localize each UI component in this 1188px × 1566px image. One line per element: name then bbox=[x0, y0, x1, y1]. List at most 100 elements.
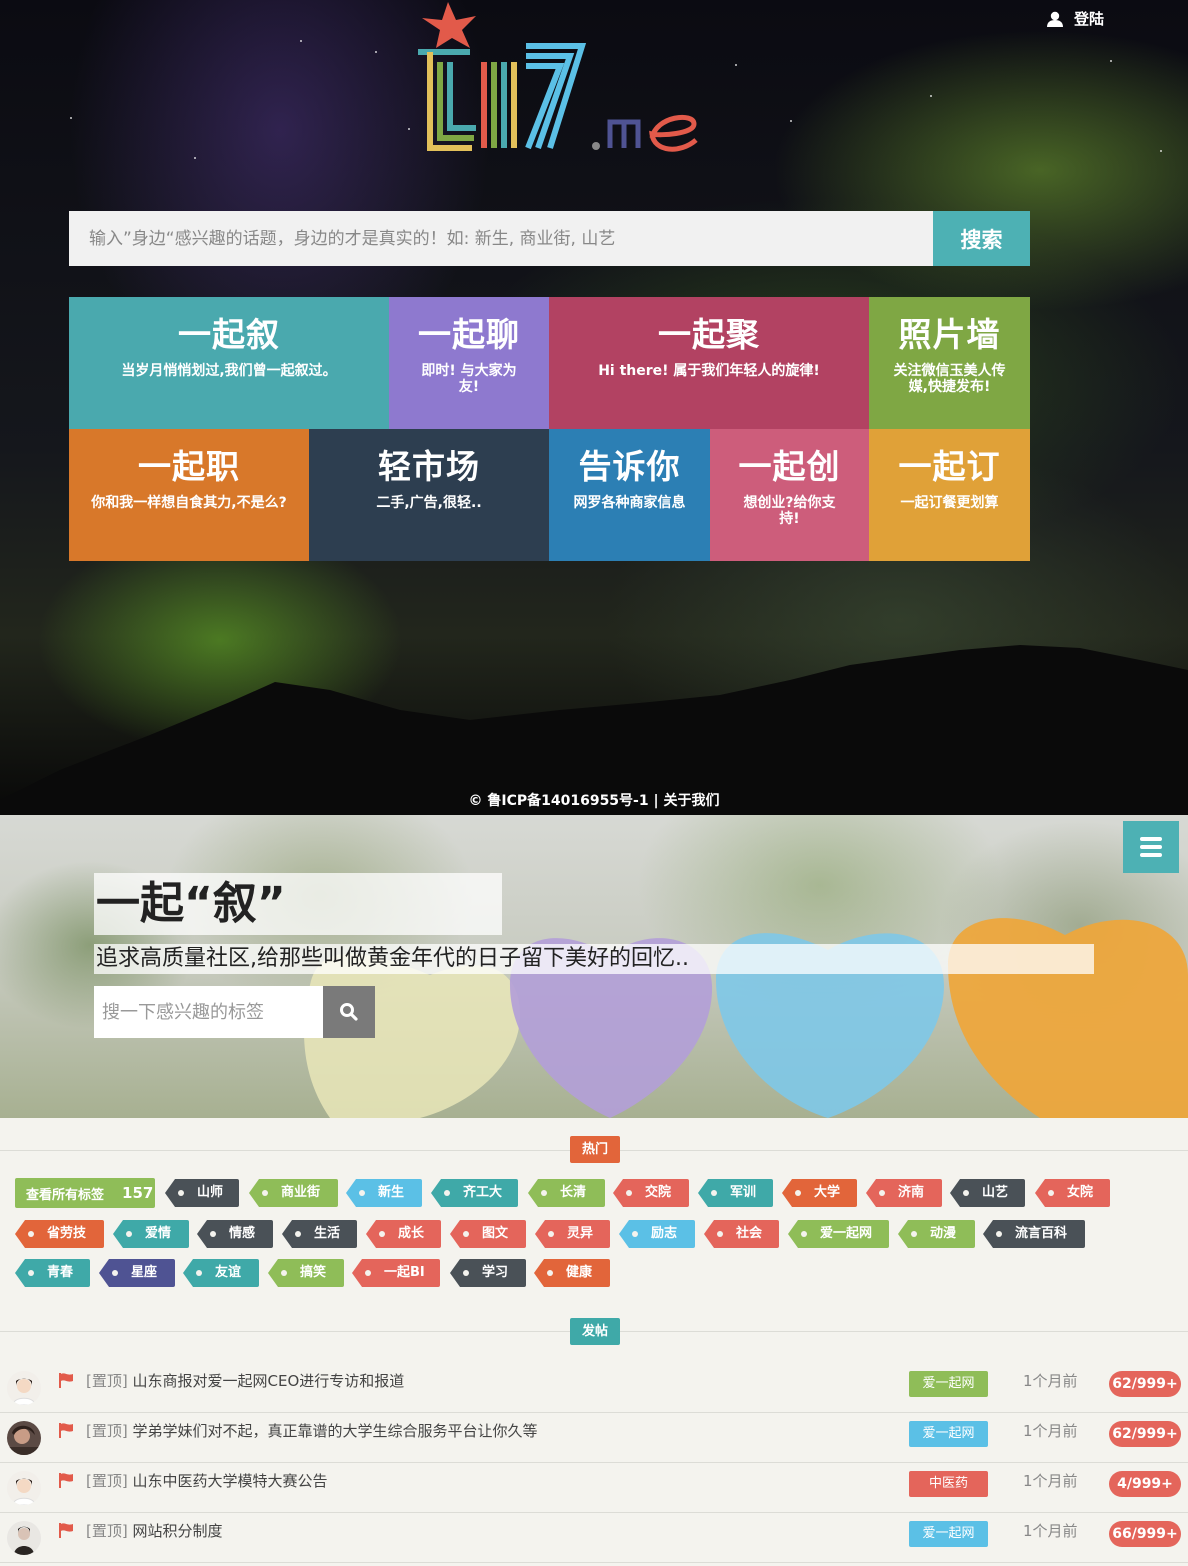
footer-separator: | bbox=[648, 793, 664, 809]
tile-title: 轻市场 bbox=[378, 447, 480, 486]
tag-item[interactable]: 齐工大 bbox=[431, 1179, 518, 1207]
post-category-badge[interactable]: 中医药 bbox=[909, 1471, 988, 1497]
tile-title: 告诉你 bbox=[578, 447, 681, 486]
post-time: 1个月前 bbox=[1023, 1422, 1078, 1440]
tag-item[interactable]: 学习 bbox=[450, 1259, 526, 1287]
star bbox=[375, 51, 377, 53]
post-category-badge[interactable]: 爱一起网 bbox=[909, 1421, 988, 1447]
tile-subtitle: 一起订餐更划算 bbox=[900, 495, 999, 511]
tag-item[interactable]: 一起BI bbox=[352, 1259, 440, 1287]
tag-item[interactable]: 流言百科 bbox=[983, 1220, 1085, 1248]
hero-search-button[interactable]: 搜索 bbox=[933, 211, 1030, 266]
menu-bar bbox=[1140, 853, 1162, 857]
tag-item[interactable]: 灵异 bbox=[535, 1220, 610, 1248]
posts-section-label: 发帖 bbox=[570, 1318, 621, 1345]
tile-yiqiding[interactable]: 一起订 一起订餐更划算 bbox=[869, 429, 1030, 561]
post-title-link[interactable]: [置顶] 网站积分制度 bbox=[86, 1520, 223, 1541]
tile-subtitle: 二手,广告,很轻.. bbox=[376, 495, 482, 511]
post-count-badge: 66/999+ bbox=[1109, 1521, 1181, 1547]
tag-item[interactable]: 军训 bbox=[698, 1179, 773, 1207]
tag-item[interactable]: 山艺 bbox=[950, 1179, 1025, 1207]
row-divider bbox=[0, 1562, 1188, 1563]
post-category-badge[interactable]: 爱一起网 bbox=[909, 1521, 988, 1547]
post-row: [置顶] 山东商报对爱一起网CEO进行专访和报道 爱一起网 1个月前 62/99… bbox=[0, 1363, 1188, 1413]
tag-item[interactable]: 星座 bbox=[99, 1259, 175, 1287]
tile-title: 一起聊 bbox=[418, 315, 520, 354]
banner-section: 一起“叙” 追求高质量社区,给那些叫做黄金年代的日子留下美好的回忆.. bbox=[0, 815, 1188, 1118]
menu-toggle-button[interactable] bbox=[1123, 821, 1179, 873]
mountain-silhouette bbox=[0, 645, 1188, 815]
tile-yiqizhi[interactable]: 一起职 你和我一样想自食其力,不是么? bbox=[69, 429, 309, 561]
avatar[interactable] bbox=[7, 1421, 41, 1455]
hero-search-input[interactable] bbox=[69, 211, 933, 266]
post-category-badge[interactable]: 爱一起网 bbox=[909, 1371, 988, 1397]
avatar[interactable] bbox=[7, 1371, 41, 1405]
tag-item[interactable]: 搞笑 bbox=[268, 1259, 344, 1287]
tag-item[interactable]: 动漫 bbox=[898, 1220, 975, 1248]
pinned-flag-icon bbox=[59, 1373, 73, 1388]
tag-item[interactable]: 女院 bbox=[1035, 1179, 1110, 1207]
icp-license: © 鲁ICP备14016955号-1 bbox=[468, 793, 649, 809]
tag-item[interactable]: 爱情 bbox=[113, 1220, 189, 1248]
tile-title: 一起职 bbox=[138, 447, 240, 486]
tile-tell-you[interactable]: 告诉你 网罗各种商家信息 bbox=[549, 429, 710, 561]
tile-yiqichuang[interactable]: 一起创 想创业?给你支持! bbox=[710, 429, 869, 561]
star bbox=[300, 40, 302, 42]
star bbox=[930, 95, 932, 97]
banner-subtitle: 追求高质量社区,给那些叫做黄金年代的日子留下美好的回忆.. bbox=[94, 944, 1094, 974]
view-all-tags-label: 查看所有标签 bbox=[26, 1187, 105, 1203]
tag-item[interactable]: 友谊 bbox=[183, 1259, 259, 1287]
tile-title: 一起创 bbox=[738, 447, 841, 486]
post-title-link[interactable]: [置顶] 山东中医药大学模特大赛公告 bbox=[86, 1470, 328, 1491]
tile-light-market[interactable]: 轻市场 二手,广告,很轻.. bbox=[309, 429, 549, 561]
tag-item[interactable]: 生活 bbox=[282, 1220, 357, 1248]
pinned-flag-icon bbox=[59, 1473, 73, 1488]
hero-section: 登陆 搜索 一起叙 bbox=[0, 0, 1188, 815]
menu-bar bbox=[1140, 837, 1162, 841]
tile-yiqiliao[interactable]: 一起聊 即时! 与大家为友! bbox=[389, 297, 549, 429]
post-title: 山东中医药大学模特大赛公告 bbox=[132, 1472, 328, 1490]
hot-section-label: 热门 bbox=[570, 1136, 621, 1163]
tag-item[interactable]: 大学 bbox=[782, 1179, 857, 1207]
post-row: [置顶] 学弟学妹们对不起，真正靠谱的大学生综合服务平台让你久等 爱一起网 1个… bbox=[0, 1413, 1188, 1463]
tile-subtitle: 网罗各种商家信息 bbox=[573, 495, 686, 511]
login-link[interactable]: 登陆 bbox=[1046, 8, 1104, 29]
post-row: [置顶] 山东中医药大学模特大赛公告 中医药 1个月前 4/999+ bbox=[0, 1463, 1188, 1513]
about-us-link[interactable]: 关于我们 bbox=[663, 793, 719, 809]
post-time: 1个月前 bbox=[1023, 1522, 1078, 1540]
tag-item[interactable]: 情感 bbox=[197, 1220, 273, 1248]
avatar[interactable] bbox=[7, 1471, 41, 1505]
tag-item[interactable]: 励志 bbox=[619, 1220, 695, 1248]
tag-search-button[interactable] bbox=[323, 986, 375, 1038]
hero-search-bar: 搜索 bbox=[69, 211, 1030, 266]
tag-item[interactable]: 山师 bbox=[165, 1179, 239, 1207]
tag-item[interactable]: 新生 bbox=[346, 1179, 422, 1207]
tag-item[interactable]: 青春 bbox=[15, 1259, 90, 1287]
tag-item[interactable]: 交院 bbox=[613, 1179, 689, 1207]
tile-yiqixu[interactable]: 一起叙 当岁月悄悄划过,我们曾一起叙过。 bbox=[69, 297, 389, 429]
site-logo[interactable] bbox=[410, 0, 710, 160]
tag-item[interactable]: 济南 bbox=[866, 1179, 942, 1207]
post-row: [置顶] 网站积分制度 爱一起网 1个月前 66/999+ bbox=[0, 1513, 1188, 1563]
tile-subtitle: Hi there! 属于我们年轻人的旋律! bbox=[598, 363, 820, 379]
pin-label: [置顶] bbox=[86, 1522, 128, 1540]
view-all-tags-button[interactable]: 查看所有标签 157 bbox=[15, 1178, 155, 1208]
tag-item[interactable]: 健康 bbox=[534, 1259, 610, 1287]
tile-photo-wall[interactable]: 照片墙 关注微信玉美人传媒,快捷发布! bbox=[869, 297, 1030, 429]
pinned-flag-icon bbox=[59, 1423, 73, 1438]
tag-search-bar bbox=[94, 986, 375, 1038]
tag-item[interactable]: 爱一起网 bbox=[788, 1220, 889, 1248]
tag-item[interactable]: 社会 bbox=[704, 1220, 779, 1248]
tile-yiqiju[interactable]: 一起聚 Hi there! 属于我们年轻人的旋律! bbox=[549, 297, 869, 429]
tile-subtitle: 即时! 与大家为友! bbox=[421, 363, 517, 395]
avatar[interactable] bbox=[7, 1521, 41, 1555]
tag-item[interactable]: 省劳技 bbox=[15, 1220, 104, 1248]
post-title-link[interactable]: [置顶] 山东商报对爱一起网CEO进行专访和报道 bbox=[86, 1370, 404, 1391]
tile-subtitle: 当岁月悄悄划过,我们曾一起叙过。 bbox=[121, 363, 337, 379]
tag-search-input[interactable] bbox=[94, 986, 323, 1038]
tag-item[interactable]: 商业街 bbox=[249, 1179, 338, 1207]
tag-item[interactable]: 成长 bbox=[366, 1220, 441, 1248]
post-title-link[interactable]: [置顶] 学弟学妹们对不起，真正靠谱的大学生综合服务平台让你久等 bbox=[86, 1420, 538, 1441]
tag-item[interactable]: 图文 bbox=[450, 1220, 526, 1248]
tag-item[interactable]: 长清 bbox=[528, 1179, 605, 1207]
